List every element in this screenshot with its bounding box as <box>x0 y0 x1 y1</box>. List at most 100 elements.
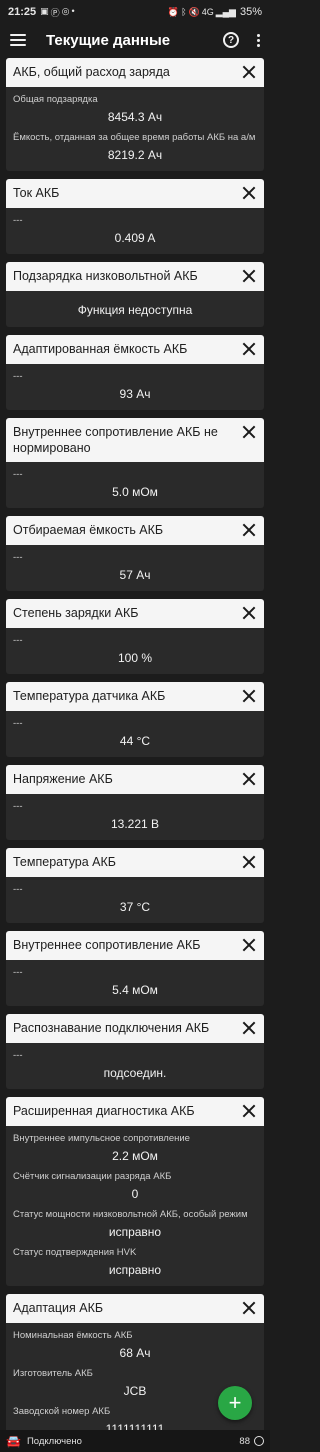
help-icon[interactable]: ? <box>223 32 239 48</box>
gauge-icon[interactable] <box>254 1436 264 1446</box>
status-bar: 21:25 ▣ Ⓟ ◎ • ⏰ ᛒ 🔇 4G ▂▄▆ 35% <box>0 0 270 24</box>
card-title: Температура датчика АКБ <box>13 689 166 703</box>
card-header: Адаптированная ёмкость АКБ <box>6 335 264 364</box>
field-label: --- <box>13 215 23 226</box>
data-card: Адаптированная ёмкость АКБ --- 93 Ач <box>6 335 264 410</box>
card-header: Температура АКБ <box>6 848 264 877</box>
card-body: --- 0.409 A <box>6 208 264 254</box>
page-title: Текущие данные <box>46 31 171 49</box>
network-label: 4G <box>201 7 214 17</box>
field-label: Внутреннее импульсное сопротивление <box>13 1133 190 1144</box>
field-value: 8219.2 Ач <box>107 148 163 162</box>
more-options-icon[interactable] <box>257 33 260 47</box>
data-card: АКБ, общий расход заряда Общая подзарядка… <box>6 58 264 171</box>
close-icon[interactable] <box>242 342 256 356</box>
close-icon[interactable] <box>242 425 256 439</box>
data-field: Статус подтверждения HVK исправно <box>13 1246 257 1278</box>
close-icon[interactable] <box>242 523 256 537</box>
card-header: Подзарядка низковольтной АКБ <box>6 262 264 291</box>
card-body: Функция недоступна <box>6 291 264 327</box>
field-label: --- <box>13 371 23 382</box>
close-icon[interactable] <box>242 772 256 786</box>
card-body: --- 37 °C <box>6 877 264 923</box>
card-title: Степень зарядки АКБ <box>13 606 139 620</box>
card-header: Напряжение АКБ <box>6 765 264 794</box>
field-value: 100 % <box>117 651 153 665</box>
close-icon[interactable] <box>242 186 256 200</box>
card-title: Напряжение АКБ <box>13 772 113 786</box>
field-value: подсоедин. <box>103 1066 167 1080</box>
card-header: Внутреннее сопротивление АКБ <box>6 931 264 960</box>
card-header: АКБ, общий расход заряда <box>6 58 264 87</box>
close-icon[interactable] <box>242 269 256 283</box>
close-icon[interactable] <box>242 689 256 703</box>
connection-status: Подключено <box>26 1435 82 1447</box>
card-title: Подзарядка низковольтной АКБ <box>13 269 198 283</box>
card-title: Температура АКБ <box>13 855 117 869</box>
unavailable-note: Функция недоступна <box>77 303 193 317</box>
data-card: Внутреннее сопротивление АКБ --- 5.4 мОм <box>6 931 264 1006</box>
field-value: 0 <box>131 1187 139 1201</box>
field-label: Счётчик сигнализации разряда АКБ <box>13 1171 172 1182</box>
close-icon[interactable] <box>242 1021 256 1035</box>
data-field: --- 57 Ач <box>13 551 257 583</box>
data-field: Статус мощности низковольтной АКБ, особы… <box>13 1208 257 1240</box>
notification-icons: ▣ Ⓟ ◎ • <box>40 6 75 19</box>
card-header: Степень зарядки АКБ <box>6 599 264 628</box>
data-card: Адаптация АКБ Номинальная ёмкость АКБ 68 А… <box>6 1294 264 1452</box>
data-field: --- 37 °C <box>13 883 257 915</box>
field-label: --- <box>13 1050 23 1061</box>
close-icon[interactable] <box>242 606 256 620</box>
close-icon[interactable] <box>242 855 256 869</box>
close-icon[interactable] <box>242 1301 256 1315</box>
car-icon: 🚘 <box>6 1434 21 1448</box>
data-field: Общая подзарядка 8454.3 Ач <box>13 93 257 125</box>
data-card: Степень зарядки АКБ --- 100 % <box>6 599 264 674</box>
close-icon[interactable] <box>242 65 256 79</box>
data-card: Подзарядка низковольтной АКБ Функция недо… <box>6 262 264 327</box>
card-body: Общая подзарядка 8454.3 Ач Ёмкость, отданн… <box>6 87 264 171</box>
field-label: --- <box>13 552 23 563</box>
field-value: 93 Ач <box>119 387 151 401</box>
data-card-list[interactable]: АКБ, общий расход заряда Общая подзарядка… <box>6 58 264 1452</box>
bluetooth-icon: ᛒ <box>181 7 187 17</box>
mute-icon: 🔇 <box>188 6 200 17</box>
field-value: 2.2 мОм <box>112 1149 158 1163</box>
card-header: Ток АКБ <box>6 179 264 208</box>
field-value: 8454.3 Ач <box>107 110 163 124</box>
data-field: Счётчик сигнализации разряда АКБ 0 <box>13 1170 257 1202</box>
close-icon[interactable] <box>242 938 256 952</box>
card-title: Внутреннее сопротивление АКБ <box>13 938 201 952</box>
field-value: 5.4 мОм <box>112 983 158 997</box>
data-card: Температура датчика АКБ --- 44 °C <box>6 682 264 757</box>
field-label: --- <box>13 884 23 895</box>
data-field: --- подсоедин. <box>13 1049 257 1081</box>
app-bar: Текущие данные ? <box>0 24 270 56</box>
signal-icon: ▂▄▆ <box>215 6 236 17</box>
image-icon: ▣ <box>40 5 49 16</box>
menu-icon[interactable] <box>10 34 26 46</box>
data-field: --- 93 Ач <box>13 370 257 402</box>
data-card: Ток АКБ --- 0.409 A <box>6 179 264 254</box>
data-card: Температура АКБ --- 37 °C <box>6 848 264 923</box>
alarm-icon: ⏰ <box>167 6 180 17</box>
field-value: 13.221 В <box>110 817 160 831</box>
field-label: Статус подтверждения HVK <box>13 1247 137 1258</box>
p-icon: Ⓟ <box>50 7 60 18</box>
status-time: 21:25 <box>8 6 37 18</box>
add-button[interactable]: + <box>218 1386 252 1420</box>
card-header: Внутреннее сопротивление АКБ не нормиров… <box>6 418 264 462</box>
card-header: Температура датчика АКБ <box>6 682 264 711</box>
data-field: Номинальная ёмкость АКБ 68 Ач <box>13 1329 257 1361</box>
card-body: --- 5.0 мОм <box>6 462 264 508</box>
card-title: Внутреннее сопротивление АКБ не нормиров… <box>13 425 218 455</box>
close-icon[interactable] <box>242 1104 256 1118</box>
bottom-status-bar: 🚘 Подключено 88 <box>0 1430 270 1452</box>
card-title: Адаптированная ёмкость АКБ <box>13 342 188 356</box>
card-title: Отбираемая ёмкость АКБ <box>13 523 164 537</box>
data-field: --- 13.221 В <box>13 800 257 832</box>
field-value: 68 Ач <box>119 1346 151 1360</box>
field-label: --- <box>13 718 23 729</box>
card-header: Адаптация АКБ <box>6 1294 264 1323</box>
card-header: Отбираемая ёмкость АКБ <box>6 516 264 545</box>
